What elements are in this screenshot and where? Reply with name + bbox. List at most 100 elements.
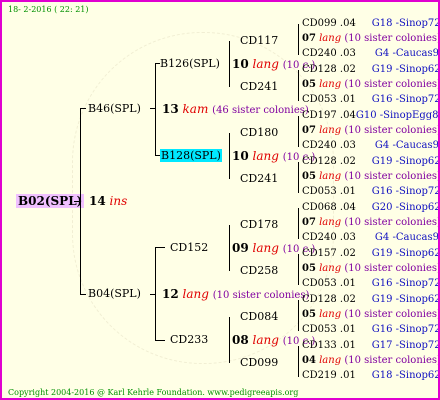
leaf-summary: 05 lang (10 sister colonies): [302, 171, 438, 183]
leaf-summary: 07 lang (10 sister colonies): [302, 125, 440, 137]
node-g3-1[interactable]: CD241: [240, 81, 278, 93]
leaf-word: lang: [319, 125, 342, 136]
tree-line: [155, 340, 165, 341]
tree-line: [80, 108, 81, 295]
leaf-origin: G16 -Sinop72R: [371, 94, 438, 105]
leaf-origin: G19 -Sinop62R: [371, 294, 438, 305]
leaf-id: CD133 .01: [302, 340, 356, 351]
tree-line: [155, 247, 165, 248]
b04-word: lang: [182, 287, 209, 301]
leaf-num: 07: [302, 217, 316, 228]
node-b46[interactable]: B46(SPL): [88, 103, 141, 115]
leaf-row[interactable]: CD240 .03 G4 -Caucas98R: [302, 140, 439, 152]
leaf-word: lang: [319, 217, 342, 228]
leaf-num: 07: [302, 125, 316, 136]
b128-word: lang: [252, 149, 279, 163]
leaf-origin: G10 -SinopEgg86R: [355, 110, 439, 121]
leaf-word: lang: [319, 309, 342, 320]
node-g3-5[interactable]: CD258: [240, 265, 278, 277]
tree-line: [155, 247, 156, 340]
leaf-num: 05: [302, 171, 316, 182]
tree-line: [298, 300, 299, 331]
leaf-id: CD197 .04: [302, 110, 356, 121]
leaf-origin: G19 -Sinop62R: [371, 248, 438, 259]
leaf-row[interactable]: CD053 .01 G16 -Sinop72R: [302, 186, 438, 198]
b126-num: 10: [232, 57, 249, 71]
leaf-row[interactable]: CD219 .01 G18 -Sinop62R: [302, 370, 438, 382]
leaf-origin: G18 -Sinop72R: [371, 18, 438, 29]
header-timestamp: 18- 2-2016 ( 22: 21): [8, 5, 89, 14]
tree-line: [298, 254, 299, 285]
leaf-summary: 07 lang (10 sister colonies): [302, 33, 438, 45]
node-g3-0[interactable]: CD117: [240, 35, 278, 47]
leaf-origin: G20 -Sinop62R: [371, 202, 438, 213]
leaf-origin: G19 -Sinop62R: [371, 156, 438, 167]
leaf-origin: G16 -Sinop72R: [371, 278, 438, 289]
leaf-row[interactable]: CD068 .04 G20 -Sinop62R: [302, 202, 438, 214]
tree-line: [298, 162, 299, 193]
b46-word: kam: [182, 102, 209, 116]
leaf-word: lang: [319, 33, 342, 44]
leaf-note: (10 sister colonies): [344, 79, 440, 90]
b128-num: 10: [232, 149, 249, 163]
leaf-id: CD053 .01: [302, 186, 356, 197]
leaf-row[interactable]: CD240 .03 G4 -Caucas98R: [302, 48, 438, 60]
leaf-origin: G4 -Caucas98R: [374, 232, 439, 243]
leaf-note: (10 sister colonies): [344, 355, 440, 366]
node-cd152[interactable]: CD152: [170, 242, 208, 254]
leaf-row[interactable]: CD099 .04 G18 -Sinop72R: [302, 18, 438, 30]
tree-line: [298, 24, 299, 55]
leaf-row[interactable]: CD133 .01 G17 -Sinop72R: [302, 340, 438, 352]
b04-num: 12: [162, 287, 179, 301]
leaf-note: (10 sister colonies): [344, 125, 440, 136]
tree-line: [229, 225, 230, 271]
leaf-origin: G18 -Sinop62R: [371, 370, 438, 381]
leaf-num: 05: [302, 263, 316, 274]
node-cd233[interactable]: CD233: [170, 334, 208, 346]
leaf-id: CD128 .02: [302, 294, 356, 305]
b46-num: 13: [162, 102, 179, 116]
root-ins: ins: [109, 194, 128, 208]
cd152-num: 09: [232, 241, 249, 255]
cd152-word: lang: [252, 241, 279, 255]
node-g3-2[interactable]: CD180: [240, 127, 278, 139]
node-g3-7[interactable]: CD099: [240, 357, 278, 369]
leaf-origin: G4 -Caucas98R: [374, 140, 439, 151]
tree-line: [298, 208, 299, 239]
leaf-row[interactable]: CD197 .04G10 -SinopEgg86R: [302, 110, 439, 122]
leaf-summary: 04 lang (10 sister colonies): [302, 355, 440, 367]
b04-note: (10 sister colonies): [212, 290, 310, 301]
b126-word: lang: [252, 57, 279, 71]
node-g3-3[interactable]: CD241: [240, 173, 278, 185]
leaf-row[interactable]: CD053 .01 G16 -Sinop72R: [302, 94, 438, 106]
node-b126[interactable]: B126(SPL): [160, 58, 220, 70]
leaf-num: 05: [302, 79, 316, 90]
node-g3-4[interactable]: CD178: [240, 219, 278, 231]
tree-line: [229, 41, 230, 87]
node-b128[interactable]: B128(SPL): [160, 149, 222, 162]
tree-line: [229, 317, 230, 363]
tree-line: [298, 346, 299, 377]
leaf-row[interactable]: CD053 .01 G16 -Sinop72R: [302, 278, 438, 290]
leaf-num: 07: [302, 33, 316, 44]
leaf-summary: 07 lang (10 sister colonies): [302, 217, 438, 229]
tree-line: [80, 108, 86, 109]
node-b04[interactable]: B04(SPL): [88, 288, 141, 300]
leaf-num: 04: [302, 355, 316, 366]
leaf-id: CD240 .03: [302, 140, 356, 151]
leaf-row[interactable]: CD053 .01 G16 -Sinop72R: [302, 324, 438, 336]
leaf-row[interactable]: CD128 .02 G19 -Sinop62R: [302, 64, 438, 76]
leaf-row[interactable]: CD157 .02 G19 -Sinop62R: [302, 248, 438, 260]
tree-line: [229, 133, 230, 179]
b46-note: (46 sister colonies): [212, 105, 309, 116]
node-g3-6[interactable]: CD084: [240, 311, 278, 323]
leaf-id: CD053 .01: [302, 324, 356, 335]
leaf-row[interactable]: CD128 .02 G19 -Sinop62R: [302, 294, 438, 306]
leaf-row[interactable]: CD240 .03 G4 -Caucas98R: [302, 232, 439, 244]
leaf-row[interactable]: CD128 .02 G19 -Sinop62R: [302, 156, 438, 168]
root-label: 14 ins: [89, 195, 127, 207]
tree-line: [80, 294, 86, 295]
tree-line: [298, 116, 299, 147]
leaf-word: lang: [319, 355, 342, 366]
leaf-id: CD099 .04: [302, 18, 356, 29]
